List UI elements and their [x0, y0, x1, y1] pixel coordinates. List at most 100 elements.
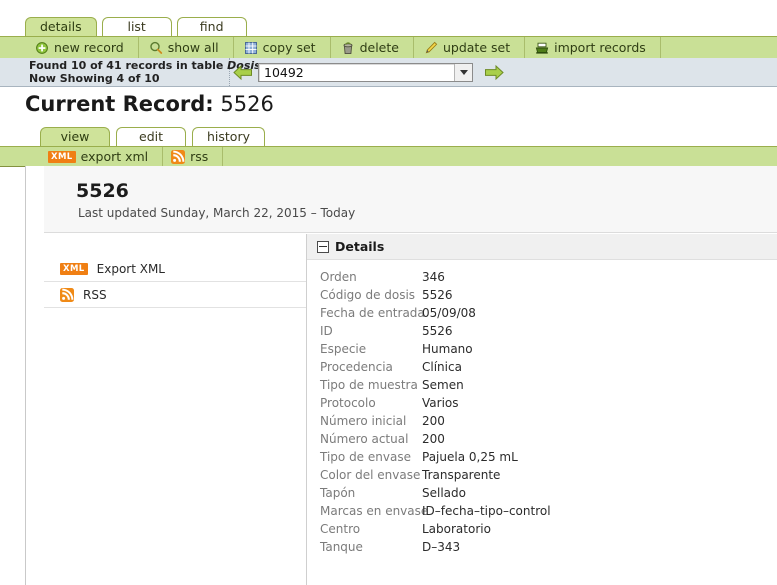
field-label: Tipo de envase — [320, 450, 411, 464]
import-records-button[interactable]: import records — [525, 37, 661, 58]
field-label: Tipo de muestra — [320, 378, 418, 392]
update-set-button[interactable]: update set — [414, 37, 526, 58]
tab-find-label: find — [199, 19, 224, 34]
field-label: Fecha de entrada — [320, 306, 425, 320]
showing-line: Now Showing 4 of 10 — [29, 72, 160, 85]
found-text: Found 10 of 41 records in table — [29, 59, 228, 72]
field-value: Transparente — [422, 468, 501, 482]
copy-set-label: copy set — [262, 40, 316, 55]
field-value: Varios — [422, 396, 459, 410]
grid-copy-icon — [244, 41, 258, 55]
sub-tab-row: view edit history — [40, 126, 265, 146]
tab-history[interactable]: history — [192, 127, 265, 146]
tab-list-label: list — [127, 19, 146, 34]
record-header: 5526 Last updated Sunday, March 22, 2015… — [44, 166, 777, 233]
record-select[interactable]: 10492 — [258, 62, 473, 82]
field-label: Procedencia — [320, 360, 393, 374]
update-set-label: update set — [442, 40, 511, 55]
field-label: Protocolo — [320, 396, 376, 410]
sidebar-item-rss[interactable]: RSS — [44, 282, 306, 308]
found-status: Found 10 of 41 records in table Dosis No… — [25, 58, 261, 86]
table-row: Centro Laboratorio — [307, 520, 777, 538]
left-arrow-icon — [233, 64, 253, 81]
collapse-minus-icon[interactable] — [317, 240, 329, 253]
show-all-button[interactable]: show all — [139, 37, 234, 58]
field-value: Semen — [422, 378, 464, 392]
import-records-label: import records — [554, 40, 646, 55]
table-row: Color del envase Transparente — [307, 466, 777, 484]
tab-find[interactable]: find — [176, 17, 247, 36]
record-select-value: 10492 — [264, 64, 304, 80]
chevron-down-icon — [459, 69, 468, 75]
table-row: ID 5526 — [307, 322, 777, 340]
record-header-updated: Last updated Sunday, March 22, 2015 – To… — [78, 206, 356, 220]
record-header-id: 5526 — [76, 180, 129, 202]
tab-edit[interactable]: edit — [116, 127, 186, 146]
record-select-arrow[interactable] — [454, 63, 472, 81]
field-label: Orden — [320, 270, 357, 284]
tab-details-label: details — [40, 19, 82, 34]
next-record-button[interactable] — [481, 58, 507, 86]
table-row: Marcas en envase ID–fecha–tipo–control — [307, 502, 777, 520]
magnifier-icon — [149, 41, 163, 55]
field-label: Centro — [320, 522, 361, 536]
delete-button[interactable]: delete — [331, 37, 414, 58]
sub-toolbar-left-pad — [0, 147, 40, 166]
record-sidebar: XML Export XML RSS — [26, 234, 306, 585]
export-xml-button[interactable]: XML export xml — [40, 147, 164, 166]
details-field-list: Orden 346 Código de dosis 5526 Fecha de en… — [307, 260, 777, 556]
field-label: Color del envase — [320, 468, 421, 482]
page-title: Current Record: 5526 — [25, 92, 274, 116]
right-arrow-icon — [484, 64, 504, 81]
top-tab-row: details list find — [25, 16, 247, 36]
import-tray-icon — [535, 41, 549, 55]
export-xml-label: export xml — [80, 149, 149, 164]
tab-edit-label: edit — [139, 129, 163, 144]
rss-button[interactable]: rss — [163, 147, 224, 166]
xml-badge-icon: XML — [48, 150, 76, 163]
page-title-label: Current Record: — [25, 92, 214, 116]
xml-badge-icon: XML — [60, 262, 88, 275]
field-value: Humano — [422, 342, 473, 356]
plus-circle-icon — [35, 41, 49, 55]
table-row: Tanque D–343 — [307, 538, 777, 556]
sidebar-item-export-xml[interactable]: XML Export XML — [44, 256, 306, 282]
toolbar-left-pad — [0, 37, 25, 58]
rss-icon — [171, 149, 186, 164]
field-label: Código de dosis — [320, 288, 416, 302]
table-row: Protocolo Varios — [307, 394, 777, 412]
field-label: Tapón — [320, 486, 356, 500]
details-title: Details — [335, 239, 385, 254]
copy-set-button[interactable]: copy set — [234, 37, 331, 58]
rss-label: rss — [190, 149, 209, 164]
table-row: Fecha de entrada 05/09/08 — [307, 304, 777, 322]
tab-details[interactable]: details — [25, 17, 97, 36]
field-value: Pajuela 0,25 mL — [422, 450, 518, 464]
tab-view[interactable]: view — [40, 127, 110, 146]
sidebar-item-rss-label: RSS — [83, 287, 107, 302]
table-row: Tipo de envase Pajuela 0,25 mL — [307, 448, 777, 466]
pencil-icon — [424, 41, 438, 55]
field-label: Tanque — [320, 540, 363, 554]
table-row: Código de dosis 5526 — [307, 286, 777, 304]
field-label: ID — [320, 324, 333, 338]
tab-view-label: view — [60, 129, 90, 144]
new-record-label: new record — [54, 40, 124, 55]
field-value: 200 — [422, 432, 445, 446]
new-record-button[interactable]: new record — [25, 37, 139, 58]
field-value: 200 — [422, 414, 445, 428]
tab-history-label: history — [207, 129, 250, 144]
field-value: Sellado — [422, 486, 466, 500]
table-row: Tipo de muestra Semen — [307, 376, 777, 394]
record-panes: XML Export XML RSS Details Orden 346 Cód… — [26, 234, 777, 585]
table-row: Procedencia Clínica — [307, 358, 777, 376]
field-label: Número actual — [320, 432, 409, 446]
field-value: Laboratorio — [422, 522, 491, 536]
details-header[interactable]: Details — [307, 234, 777, 260]
prev-record-button[interactable] — [230, 58, 256, 86]
field-label: Marcas en envase — [320, 504, 429, 518]
tab-list[interactable]: list — [101, 17, 172, 36]
rss-icon — [60, 287, 74, 302]
field-label: Número inicial — [320, 414, 407, 428]
field-value: 05/09/08 — [422, 306, 476, 320]
